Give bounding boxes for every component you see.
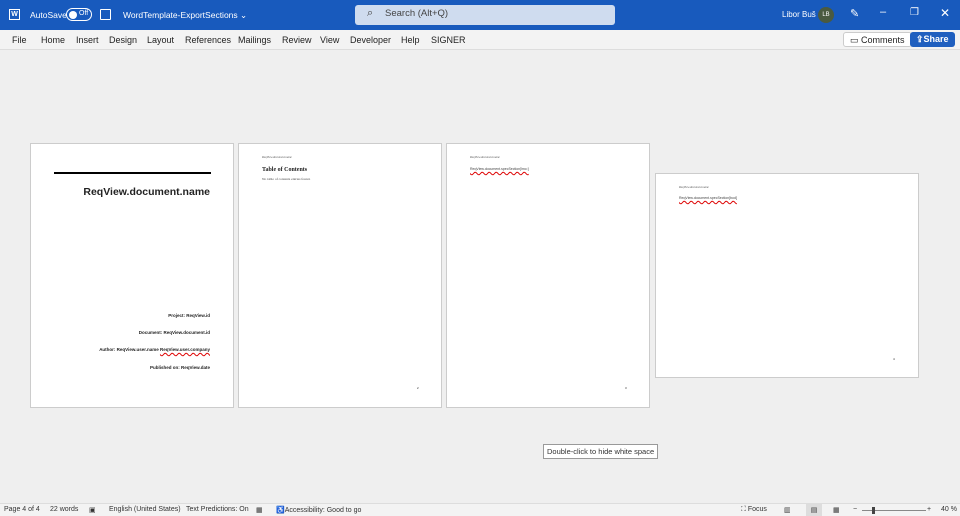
page-number: 4 — [893, 357, 895, 361]
page-header: ReqView.document.name — [262, 155, 292, 159]
zoom-in-button[interactable]: + — [927, 506, 931, 513]
author-field: Author: ReqView.user.name — [99, 347, 159, 352]
word-logo-icon: W — [9, 9, 20, 20]
share-icon: ⇪ — [916, 34, 924, 44]
accessibility[interactable]: ♿Accessibility: Good to go — [276, 506, 361, 514]
toc-title: Table of Contents — [262, 167, 308, 173]
focus-button[interactable]: ⛶ Focus — [741, 506, 767, 514]
autosave-label: AutoSave — [30, 10, 67, 20]
page-1[interactable]: ReqView.document.name Project: ReqView.i… — [30, 143, 234, 408]
cover-author: Author: ReqView.user.name ReqView.user.c… — [99, 347, 210, 352]
word-count[interactable]: 22 words — [50, 506, 78, 513]
toc-empty: No table of contents entries found. — [262, 177, 311, 181]
tab-design[interactable]: Design — [109, 35, 137, 45]
close-icon[interactable]: ✕ — [940, 6, 950, 20]
tab-references[interactable]: References — [185, 35, 231, 45]
ribbon-menu: File Home Insert Design Layout Reference… — [0, 30, 960, 50]
accessibility-icon: ♿ — [276, 507, 285, 514]
print-layout-icon[interactable]: ▤ — [806, 504, 822, 516]
cover-document: Document: ReqView.document.id — [138, 330, 210, 335]
focus-icon: ⛶ — [741, 506, 746, 513]
minimize-icon[interactable]: – — [880, 6, 886, 18]
focus-label: Focus — [747, 506, 767, 513]
search-placeholder: Search (Alt+Q) — [385, 8, 449, 19]
comments-button[interactable]: ▭ Comments — [843, 32, 912, 47]
avatar[interactable]: LB — [818, 7, 834, 23]
tab-home[interactable]: Home — [41, 35, 65, 45]
zoom-slider[interactable] — [862, 507, 926, 514]
chevron-down-icon: ⌄ — [240, 10, 248, 20]
tab-layout[interactable]: Layout — [147, 35, 174, 45]
save-icon[interactable] — [100, 9, 111, 20]
zoom-slider-thumb[interactable] — [871, 507, 875, 514]
section-field: ReqView.document.specSection[lmo:] — [470, 167, 529, 171]
page-3[interactable]: ReqView.document.name ReqView.document.s… — [446, 143, 650, 408]
status-bar: Page 4 of 4 22 words ▣ English (United S… — [0, 503, 960, 516]
tab-view[interactable]: View — [320, 35, 339, 45]
comment-icon: ▭ — [850, 35, 859, 45]
autosave-toggle[interactable]: Off — [66, 8, 92, 21]
share-button[interactable]: ⇪Share — [910, 32, 955, 47]
accessibility-label: Accessibility: Good to go — [284, 507, 362, 514]
macro-icon[interactable]: ▦ — [256, 506, 263, 514]
tab-review[interactable]: Review — [282, 35, 312, 45]
share-label: Share — [923, 34, 949, 44]
document-title[interactable]: WordTemplate-ExportSections ⌄ — [123, 10, 247, 21]
tab-developer[interactable]: Developer — [350, 35, 391, 45]
search-icon: ⌕ — [367, 7, 374, 19]
page-number: 2 — [417, 386, 419, 390]
company-field: ReqView.user.company — [159, 347, 210, 352]
tab-mailings[interactable]: Mailings — [238, 35, 271, 45]
comments-label: Comments — [861, 35, 905, 45]
zoom-out-button[interactable]: − — [853, 506, 857, 513]
page-header: ReqView.document.name — [470, 155, 500, 159]
user-name[interactable]: Libor Buš — [782, 10, 816, 19]
text-predictions[interactable]: Text Predictions: On — [186, 506, 249, 513]
cover-title: ReqView.document.name — [83, 186, 210, 198]
read-mode-icon[interactable]: ▥ — [784, 506, 791, 514]
language[interactable]: English (United States) — [109, 506, 181, 513]
tab-insert[interactable]: Insert — [76, 35, 99, 45]
document-title-text: WordTemplate-ExportSections — [123, 10, 238, 20]
page-count[interactable]: Page 4 of 4 — [4, 506, 40, 513]
proofing-icon[interactable]: ▣ — [89, 506, 96, 514]
tab-file[interactable]: File — [12, 35, 27, 45]
zoom-level[interactable]: 40 % — [941, 506, 957, 513]
title-bar: W AutoSave Off WordTemplate-ExportSectio… — [0, 0, 960, 30]
tooltip: Double-click to hide white space — [543, 444, 659, 459]
cover-project: Project: ReqView.id — [168, 313, 210, 318]
search-input[interactable]: ⌕ Search (Alt+Q) — [355, 5, 615, 25]
page-header: ReqView.document.name — [679, 185, 709, 189]
page-4[interactable]: ReqView.document.name ReqView.document.s… — [655, 173, 919, 378]
web-layout-icon[interactable]: ▦ — [833, 506, 840, 514]
tab-help[interactable]: Help — [401, 35, 420, 45]
page-2[interactable]: ReqView.document.name Table of Contents … — [238, 143, 442, 408]
page-number: 3 — [625, 386, 627, 390]
title-rule — [54, 172, 211, 174]
tab-signer[interactable]: SIGNER — [431, 35, 466, 45]
restore-icon[interactable]: ❐ — [910, 7, 919, 18]
pen-icon[interactable]: ✎ — [850, 7, 859, 20]
section-field: ReqView.document.specSection[bod] — [679, 196, 737, 200]
cover-published: Published on: ReqView.date — [149, 365, 210, 370]
